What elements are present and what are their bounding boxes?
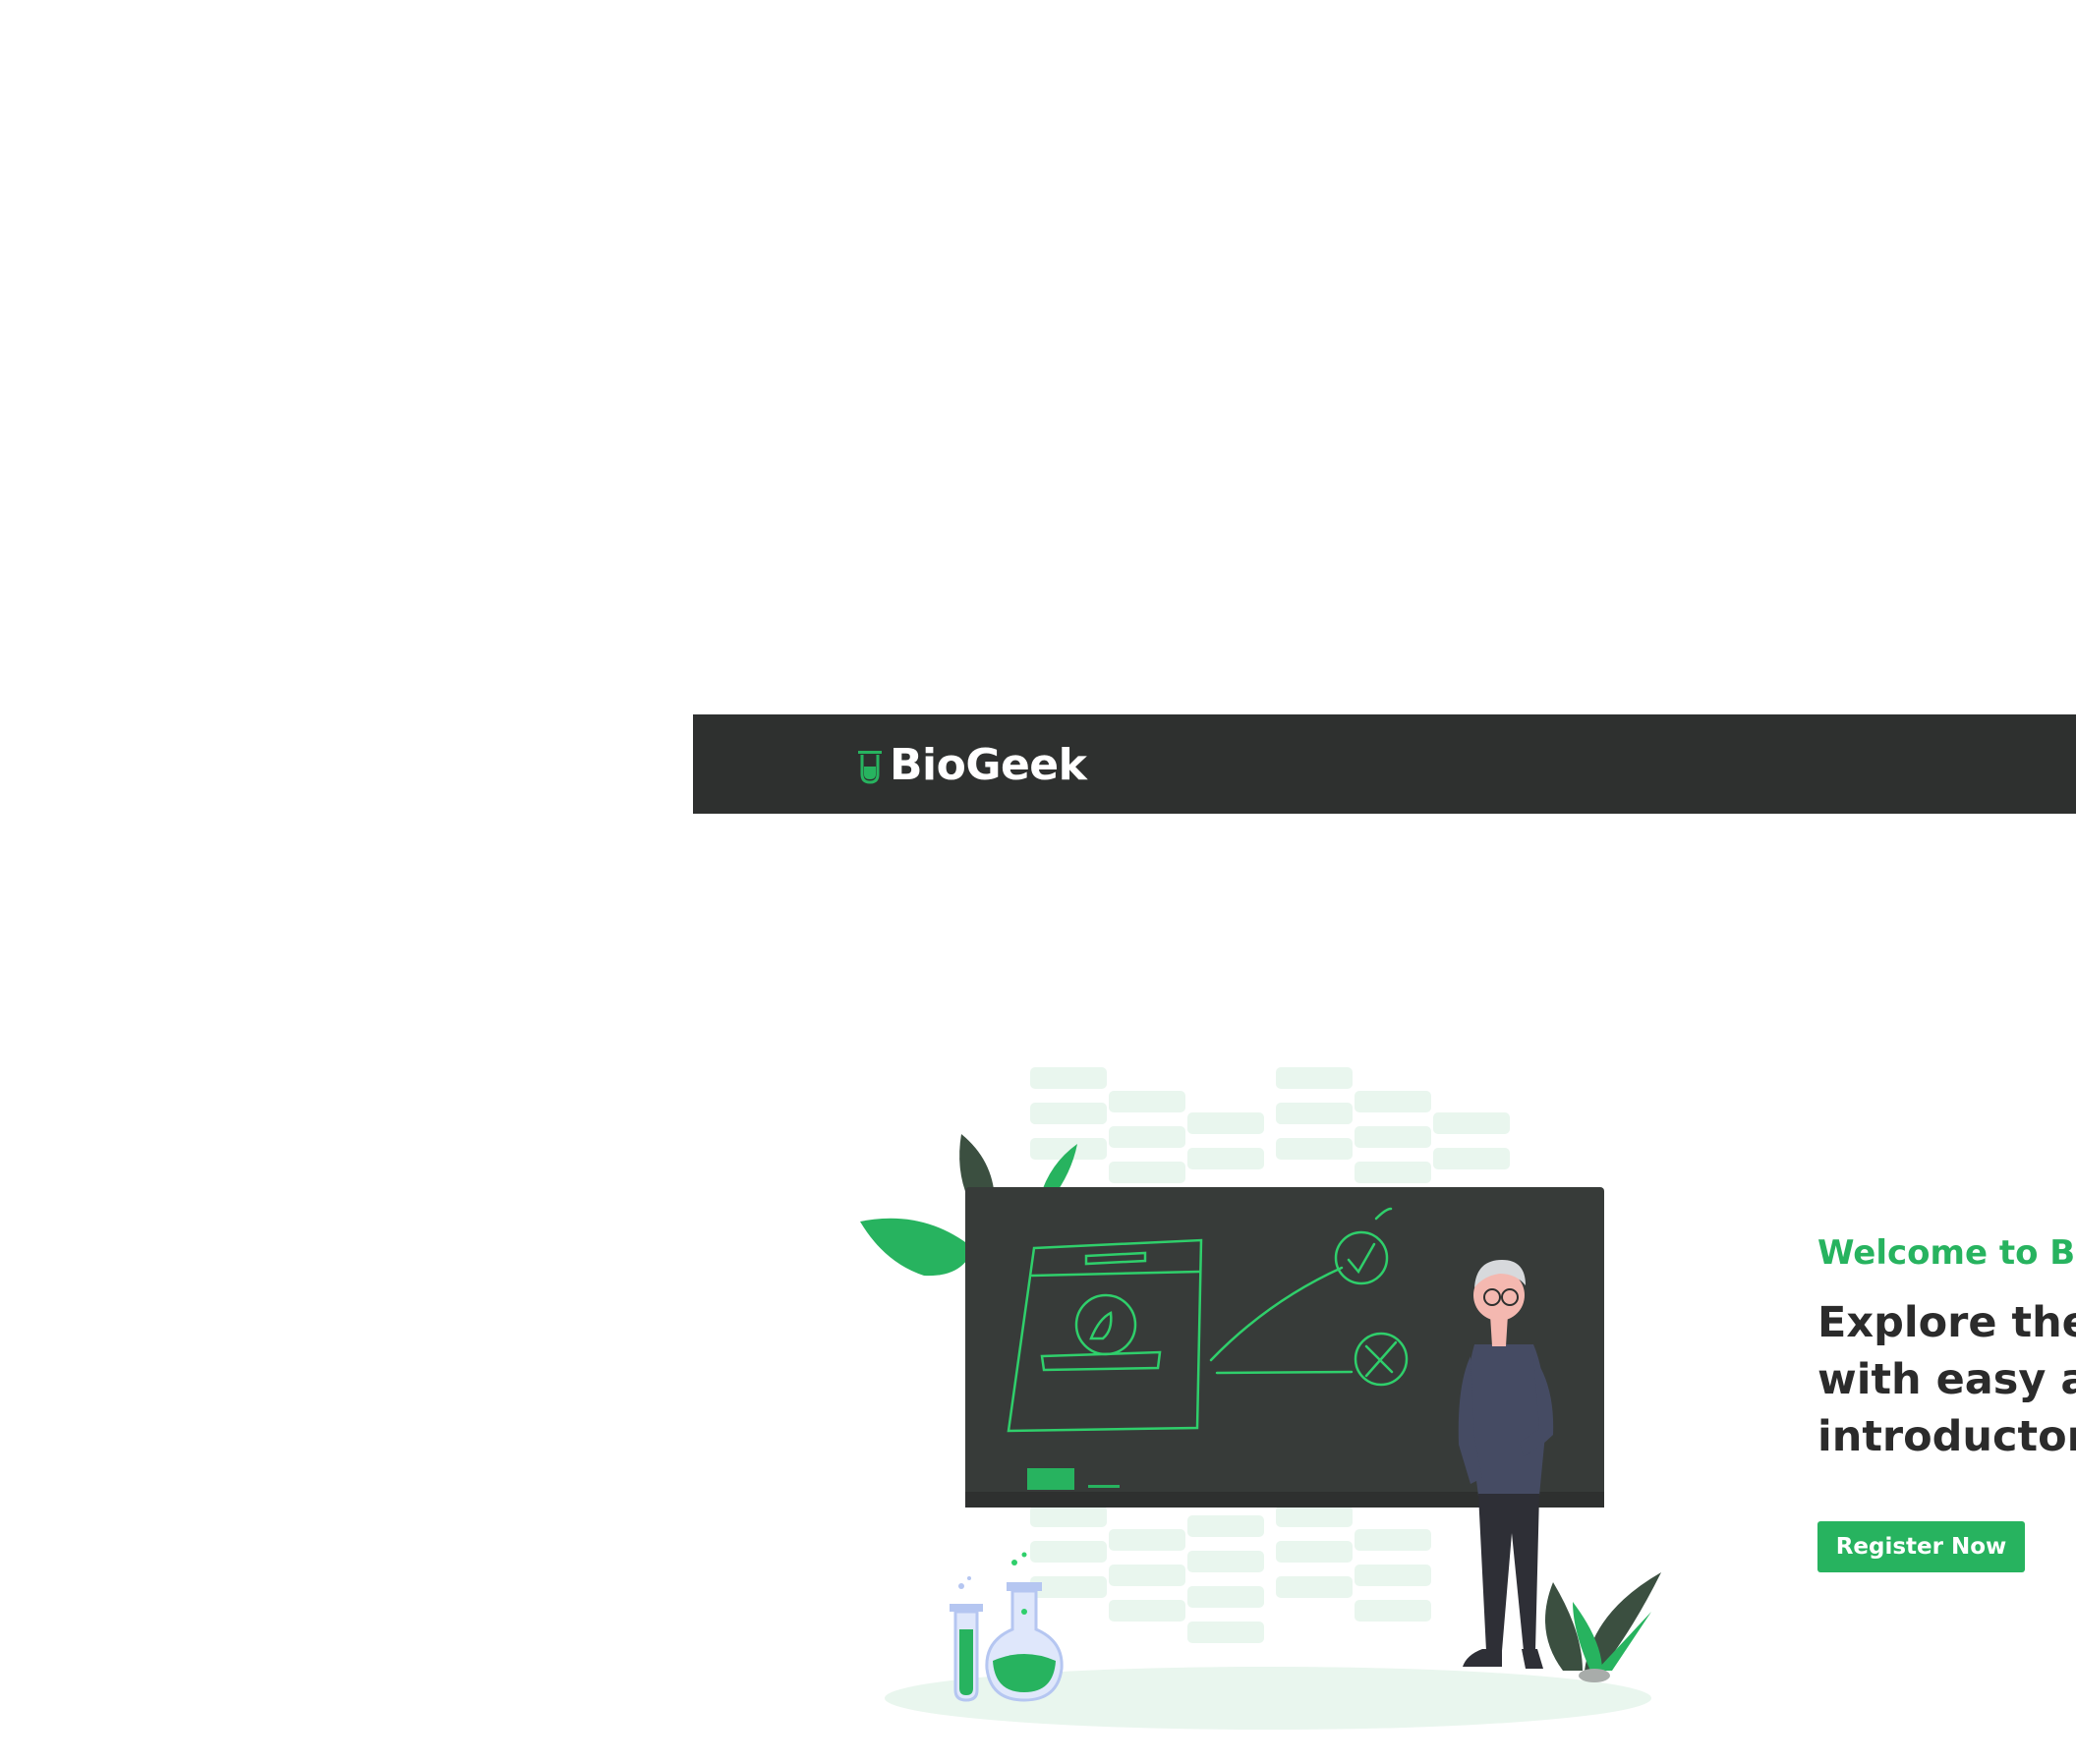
hero-headline: Explore the w with easy ar introductory <box>1817 1294 2076 1465</box>
teacher-at-chalkboard-illustration <box>860 1067 1661 1730</box>
headline-line: with easy ar <box>1817 1355 2076 1404</box>
lab-glassware-icon <box>950 1552 1064 1702</box>
brand-logo[interactable]: BioGeek <box>858 735 1087 794</box>
test-tube-leaf-icon <box>858 751 882 784</box>
chalk-eraser <box>1027 1468 1074 1490</box>
plant-icon <box>1545 1572 1661 1682</box>
register-now-button[interactable]: Register Now <box>1817 1521 2025 1572</box>
headline-line: Explore the w <box>1817 1298 2076 1347</box>
brand-name: BioGeek <box>890 739 1087 790</box>
leaf-icon <box>860 1218 973 1277</box>
hero-text: Welcome to Bi Explore the w with easy ar… <box>1817 1223 2076 1465</box>
headline-line: introductory <box>1817 1412 2076 1461</box>
page: BioGeek Welcome to Bi Explore th with ea… <box>0 0 2076 1764</box>
welcome-heading: Welcome to Bi <box>1817 1233 2076 1273</box>
